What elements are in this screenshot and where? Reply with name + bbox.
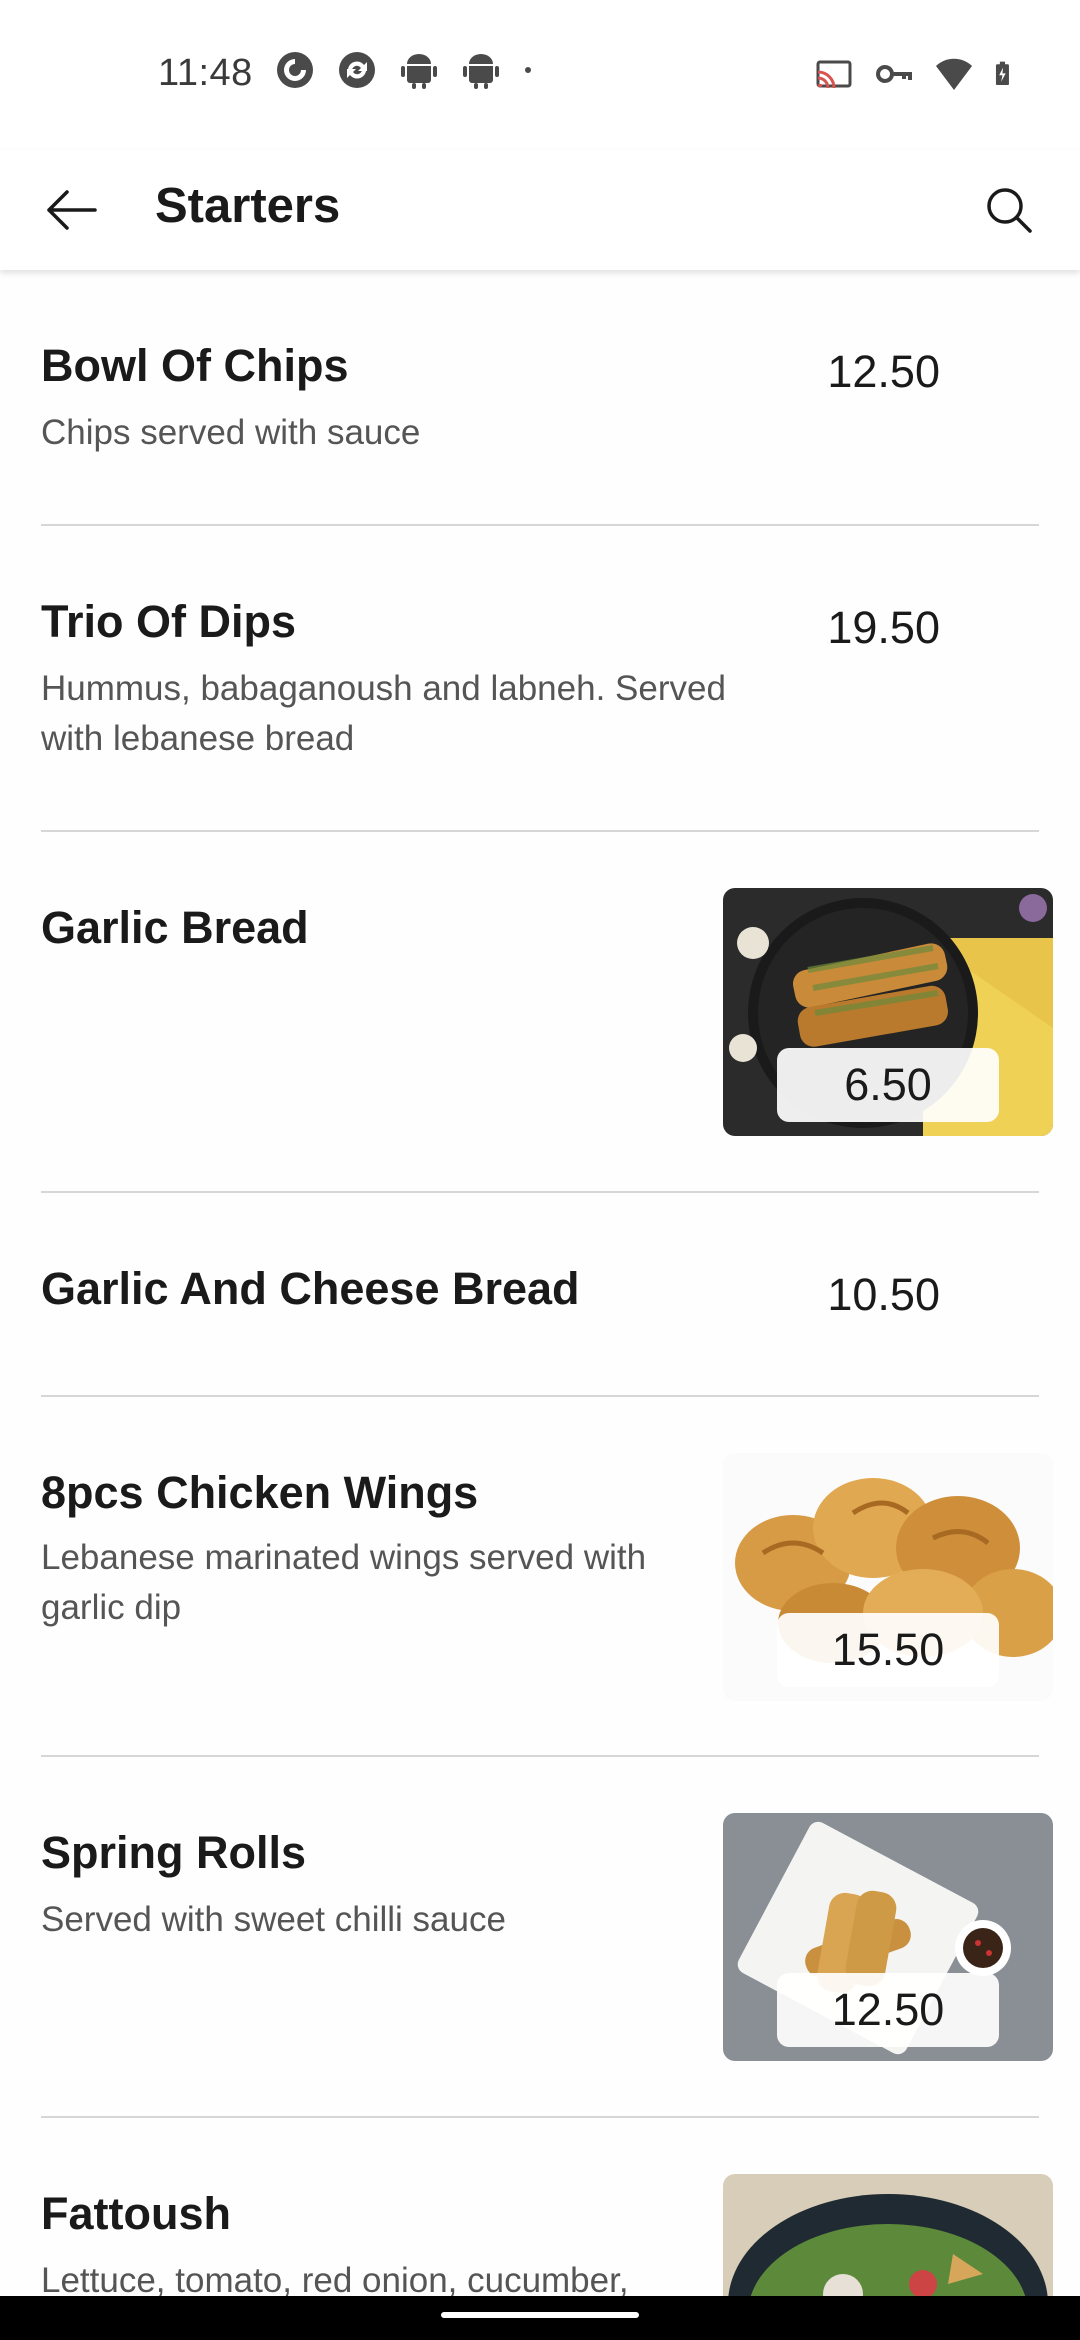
- menu-item-bowl-of-chips[interactable]: Bowl Of Chips Chips served with sauce 12…: [0, 270, 1080, 525]
- fattoush-photo: [723, 2174, 1053, 2296]
- menu-item-garlic-and-cheese-bread[interactable]: Garlic And Cheese Bread 10.50: [0, 1193, 1080, 1395]
- item-name: Bowl Of Chips: [41, 340, 349, 391]
- item-price: 15.50: [777, 1613, 999, 1687]
- item-description: Hummus, babaganoush and labneh. Served w…: [41, 669, 726, 758]
- pocket-casts-icon: [277, 52, 313, 88]
- dot-icon: [525, 67, 531, 73]
- spring-rolls-photo: 12.50: [723, 1813, 1053, 2061]
- item-description: Lebanese marinated wings served with gar…: [41, 1538, 647, 1627]
- item-description: Lettuce, tomato, red onion, cucumber,: [41, 2261, 629, 2296]
- item-price: 19.50: [827, 602, 940, 653]
- item-price: 12.50: [777, 1973, 999, 2047]
- item-name: Fattoush: [41, 2188, 231, 2239]
- wifi-icon: [936, 58, 972, 90]
- android-icon: [463, 54, 499, 89]
- menu-item-spring-rolls[interactable]: Spring Rolls Served with sweet chilli sa…: [0, 1757, 1080, 2116]
- item-name: 8pcs Chicken Wings: [41, 1467, 479, 1518]
- status-bar: 11:48: [0, 0, 1080, 150]
- fattoush-image: [723, 2174, 1053, 2296]
- navigation-bar: [0, 2296, 1080, 2340]
- search-icon: [987, 188, 1032, 233]
- item-description: Chips served with sauce: [41, 413, 421, 452]
- status-time: 11:48: [158, 52, 253, 94]
- system-icons: [814, 54, 1020, 94]
- item-name: Spring Rolls: [41, 1827, 307, 1878]
- android-icon: [401, 54, 437, 89]
- menu-item-trio-of-dips[interactable]: Trio Of Dips Hummus, babaganoush and lab…: [0, 526, 1080, 830]
- vpn-key-icon: [876, 65, 912, 83]
- item-description: Served with sweet chilli sauce: [41, 1900, 506, 1939]
- sync-icon: [339, 52, 375, 88]
- menu-item-garlic-bread[interactable]: Garlic Bread 6.50: [0, 832, 1080, 1191]
- app-bar: Starters: [0, 150, 1080, 270]
- home-gesture-handle[interactable]: [441, 2312, 639, 2318]
- item-price: 10.50: [827, 1269, 940, 1320]
- menu-item-chicken-wings[interactable]: 8pcs Chicken Wings Lebanese marinated wi…: [0, 1397, 1080, 1755]
- item-name: Garlic Bread: [41, 902, 309, 953]
- battery-charging-icon: [995, 61, 1009, 86]
- back-button[interactable]: [36, 178, 106, 242]
- item-name: Garlic And Cheese Bread: [41, 1263, 580, 1314]
- menu-item-fattoush[interactable]: Fattoush Lettuce, tomato, red onion, cuc…: [0, 2118, 1080, 2296]
- garlic-bread-photo: 6.50: [723, 888, 1053, 1136]
- arrow-left-icon: [47, 190, 97, 230]
- item-name: Trio Of Dips: [41, 596, 297, 647]
- notification-icons: [275, 50, 543, 90]
- menu-list: Bowl Of Chips Chips served with sauce 12…: [0, 270, 1080, 2296]
- chicken-wings-photo: 15.50: [723, 1453, 1053, 1701]
- item-price: 6.50: [777, 1048, 999, 1122]
- search-button[interactable]: [974, 178, 1044, 242]
- item-price: 12.50: [827, 346, 940, 397]
- page-title: Starters: [155, 179, 341, 233]
- cast-icon: [816, 60, 852, 89]
